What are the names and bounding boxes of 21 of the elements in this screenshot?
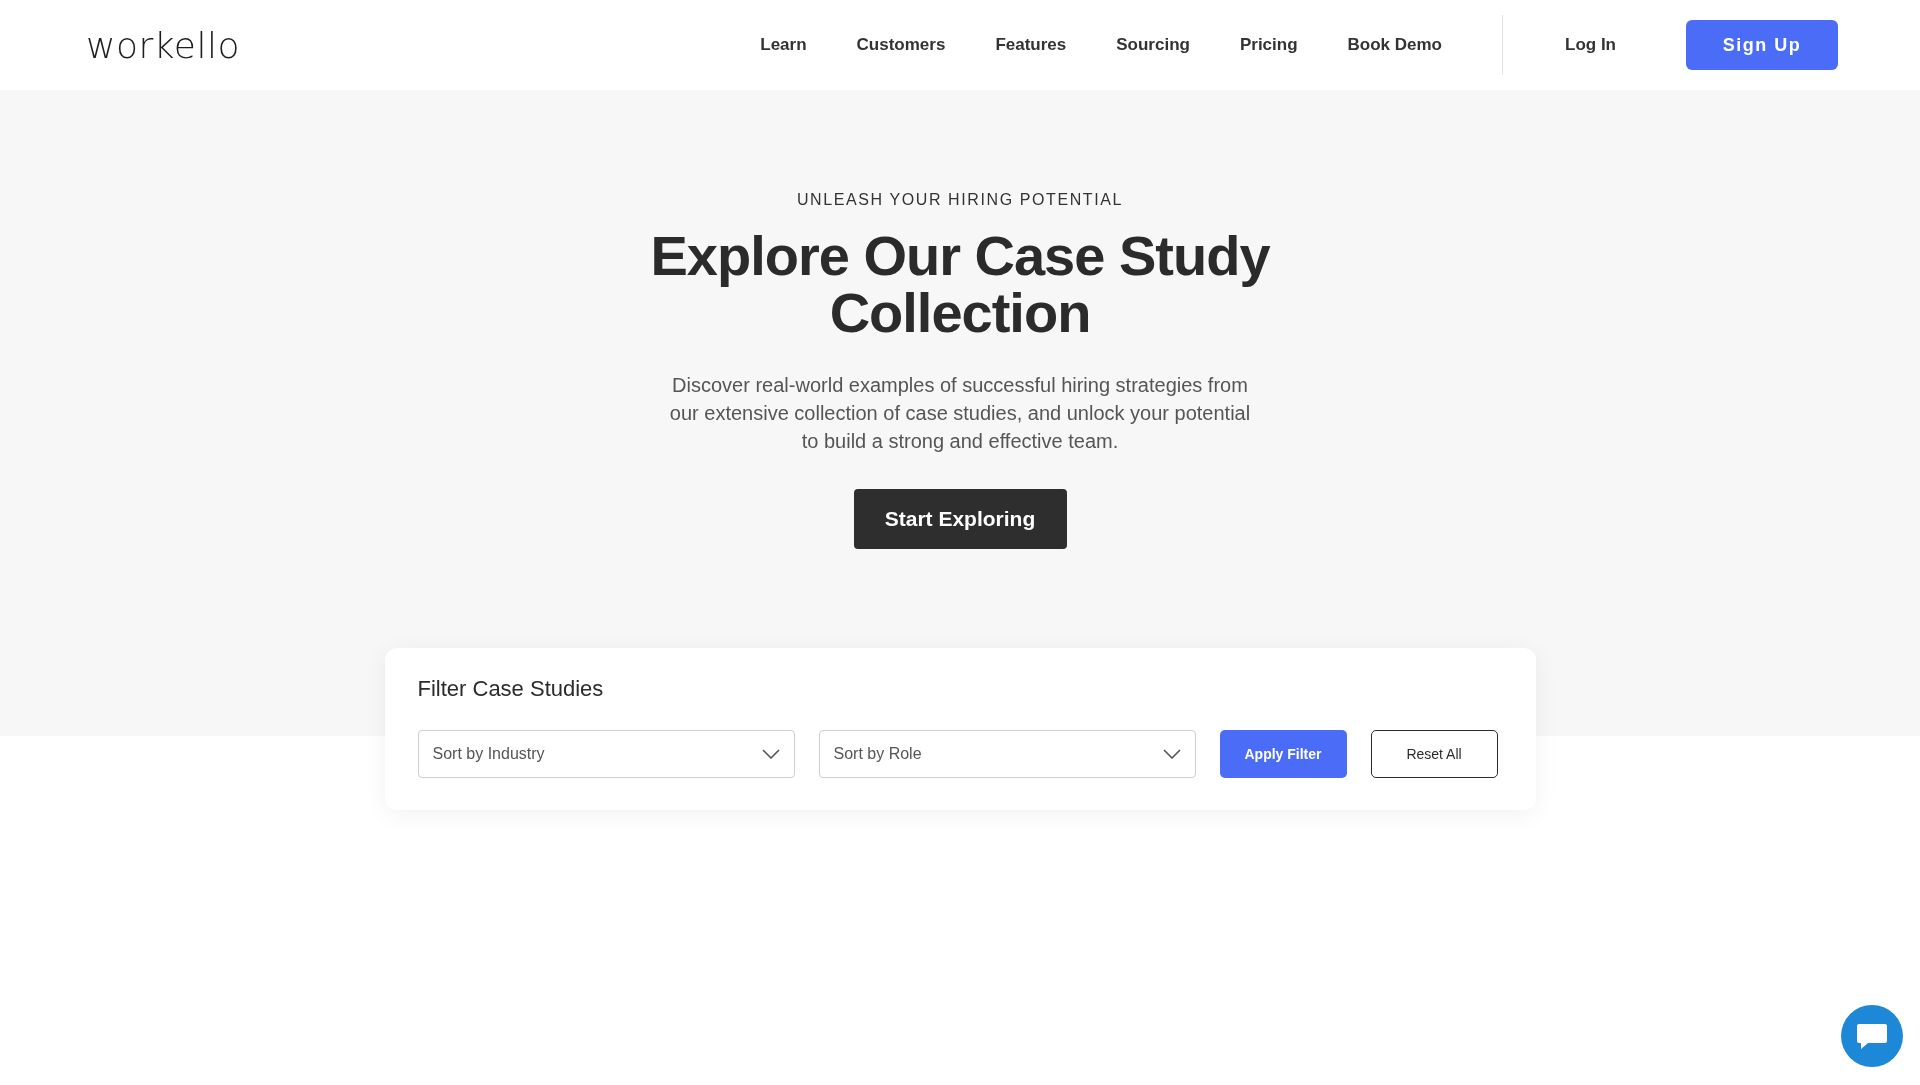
sort-dropdown[interactable]: Sort by Role <box>818 730 1196 778</box>
nav-link[interactable]: Sourcing <box>1116 35 1190 55</box>
nav-link[interactable]: Learn <box>760 35 807 55</box>
reset-all-button[interactable]: Reset All <box>1370 730 1498 778</box>
nav-link[interactable]: Pricing <box>1239 35 1298 55</box>
apply-filter-button[interactable]: Apply Filter <box>1219 730 1347 778</box>
start-exploring-button[interactable]: Start Exploring <box>853 489 1067 549</box>
hero-description: Discover real-world examples of successful hiring strategies from our extensive collection of case studies, and unlock your potential to build a strong and effective team. <box>668 373 1252 454</box>
nav-link[interactable]: Book Demo <box>1347 35 1442 55</box>
chevron-down-icon <box>761 749 780 759</box>
nav-link[interactable]: Features <box>995 35 1067 55</box>
sort-dropdown[interactable]: Sort by Industry <box>417 730 795 778</box>
chevron-down-icon <box>1162 749 1181 759</box>
filter-title: Filter Case Studies <box>417 676 605 702</box>
logo[interactable]: workello <box>86 24 240 66</box>
nav-link[interactable]: Customers <box>856 35 946 55</box>
login-link[interactable]: Log In <box>1565 35 1616 55</box>
signup-button[interactable]: Sign Up <box>1686 20 1838 70</box>
hero-title: Explore Our Case Study Collection <box>649 227 1271 341</box>
chat-bubble-icon <box>1856 1022 1888 1050</box>
hero-eyebrow: UNLEASH YOUR HIRING POTENTIAL <box>796 191 1124 209</box>
